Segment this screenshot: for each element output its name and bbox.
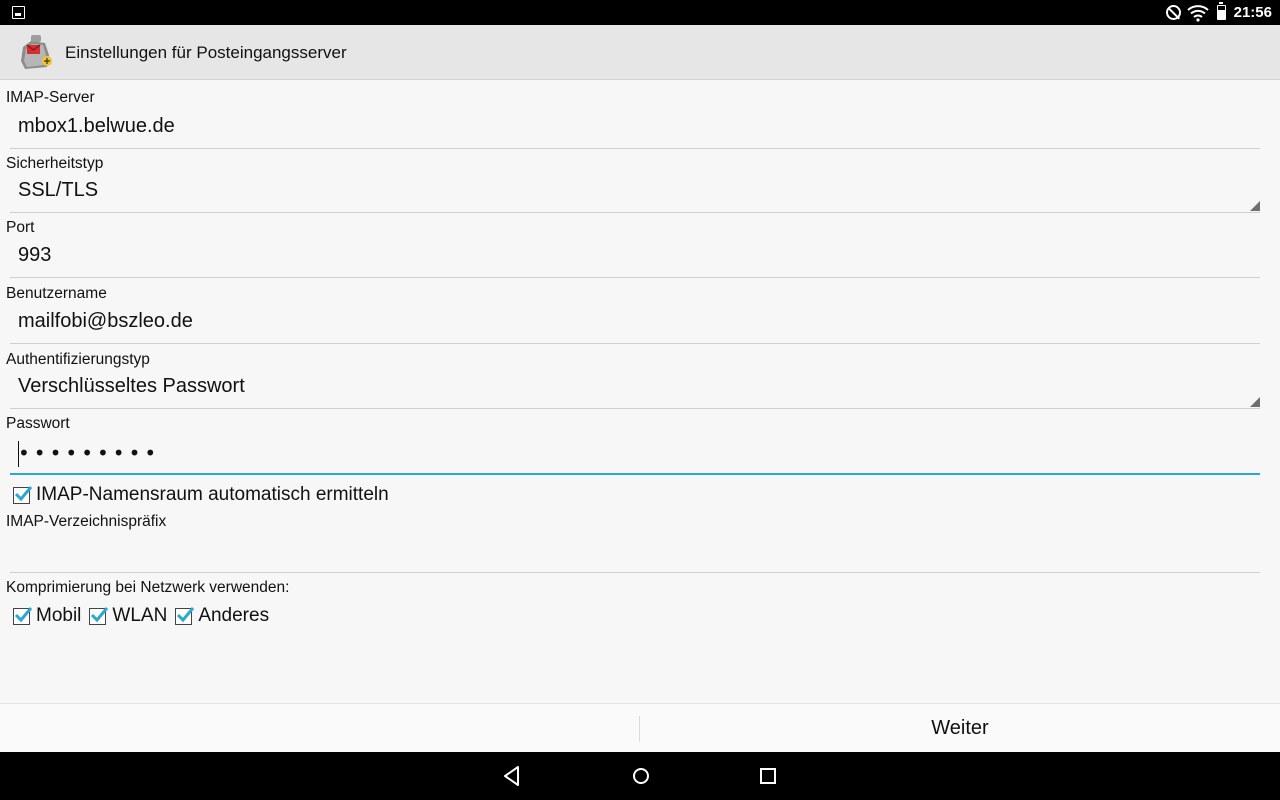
compression-other-checkbox[interactable]: Anderes [175, 605, 269, 627]
button-bar: Weiter [0, 703, 1280, 752]
wifi-icon [1186, 4, 1209, 22]
imap-server-value: mbox1.belwue.de [18, 115, 175, 137]
imap-server-input[interactable]: mbox1.belwue.de [10, 109, 1260, 149]
username-label: Benutzername [6, 285, 107, 302]
empty-button-slot [0, 704, 639, 753]
security-type-label: Sicherheitstyp [6, 155, 104, 172]
username-value: mailfobi@bszleo.de [18, 310, 193, 332]
port-value: 993 [18, 244, 52, 266]
prefix-input[interactable] [10, 533, 1260, 573]
password-input[interactable]: ••••••••• [10, 435, 1260, 475]
imap-server-label: IMAP-Server [6, 89, 95, 106]
auth-type-label: Authentifizierungstyp [6, 351, 150, 368]
password-label: Passwort [6, 415, 70, 432]
port-label: Port [6, 219, 35, 236]
app-logo-icon[interactable] [17, 33, 57, 73]
clock: 21:56 [1233, 4, 1272, 21]
compression-wlan-label: WLAN [112, 605, 168, 626]
back-icon[interactable] [500, 764, 524, 788]
incoming-server-form: IMAP-Server mbox1.belwue.de Sicherheitst… [0, 81, 1280, 703]
compression-mobile-label: Mobil [36, 605, 82, 626]
dropdown-arrow-icon [1250, 201, 1260, 211]
checkbox-checked-icon [175, 606, 195, 625]
next-button[interactable]: Weiter [640, 704, 1280, 753]
dropdown-arrow-icon [1250, 397, 1260, 407]
status-bar: 21:56 [0, 0, 1280, 25]
compression-mobile-checkbox[interactable]: Mobil [13, 605, 81, 627]
checkbox-checked-icon [13, 606, 33, 625]
password-value: ••••••••• [18, 441, 161, 465]
compression-options: Mobil WLAN Anderes [13, 605, 277, 627]
checkbox-checked-icon [13, 485, 33, 504]
image-icon [12, 6, 25, 19]
do-not-disturb-icon [1165, 5, 1181, 20]
compression-label: Komprimierung bei Netzwerk verwenden: [6, 579, 290, 596]
compression-other-label: Anderes [198, 605, 270, 626]
username-input[interactable]: mailfobi@bszleo.de [10, 304, 1260, 344]
port-input[interactable]: 993 [10, 238, 1260, 278]
security-type-value: SSL/TLS [18, 179, 99, 201]
auto-namespace-checkbox[interactable]: IMAP-Namensraum automatisch ermitteln [13, 484, 389, 506]
checkbox-checked-icon [89, 606, 109, 625]
status-icons: 21:56 [1165, 0, 1272, 25]
auth-type-spinner[interactable]: Verschlüsseltes Passwort [10, 369, 1260, 409]
prefix-label: IMAP-Verzeichnispräfix [6, 513, 167, 530]
auto-namespace-label: IMAP-Namensraum automatisch ermitteln [36, 484, 389, 505]
battery-icon [1216, 2, 1226, 20]
home-icon[interactable] [629, 764, 653, 788]
auth-type-value: Verschlüsseltes Passwort [18, 375, 245, 397]
action-bar: Einstellungen für Posteingangsserver [0, 25, 1280, 80]
recents-icon[interactable] [756, 764, 780, 788]
navigation-bar [0, 752, 1280, 800]
page-title: Einstellungen für Posteingangsserver [65, 43, 347, 62]
compression-wlan-checkbox[interactable]: WLAN [89, 605, 167, 627]
security-type-spinner[interactable]: SSL/TLS [10, 173, 1260, 213]
